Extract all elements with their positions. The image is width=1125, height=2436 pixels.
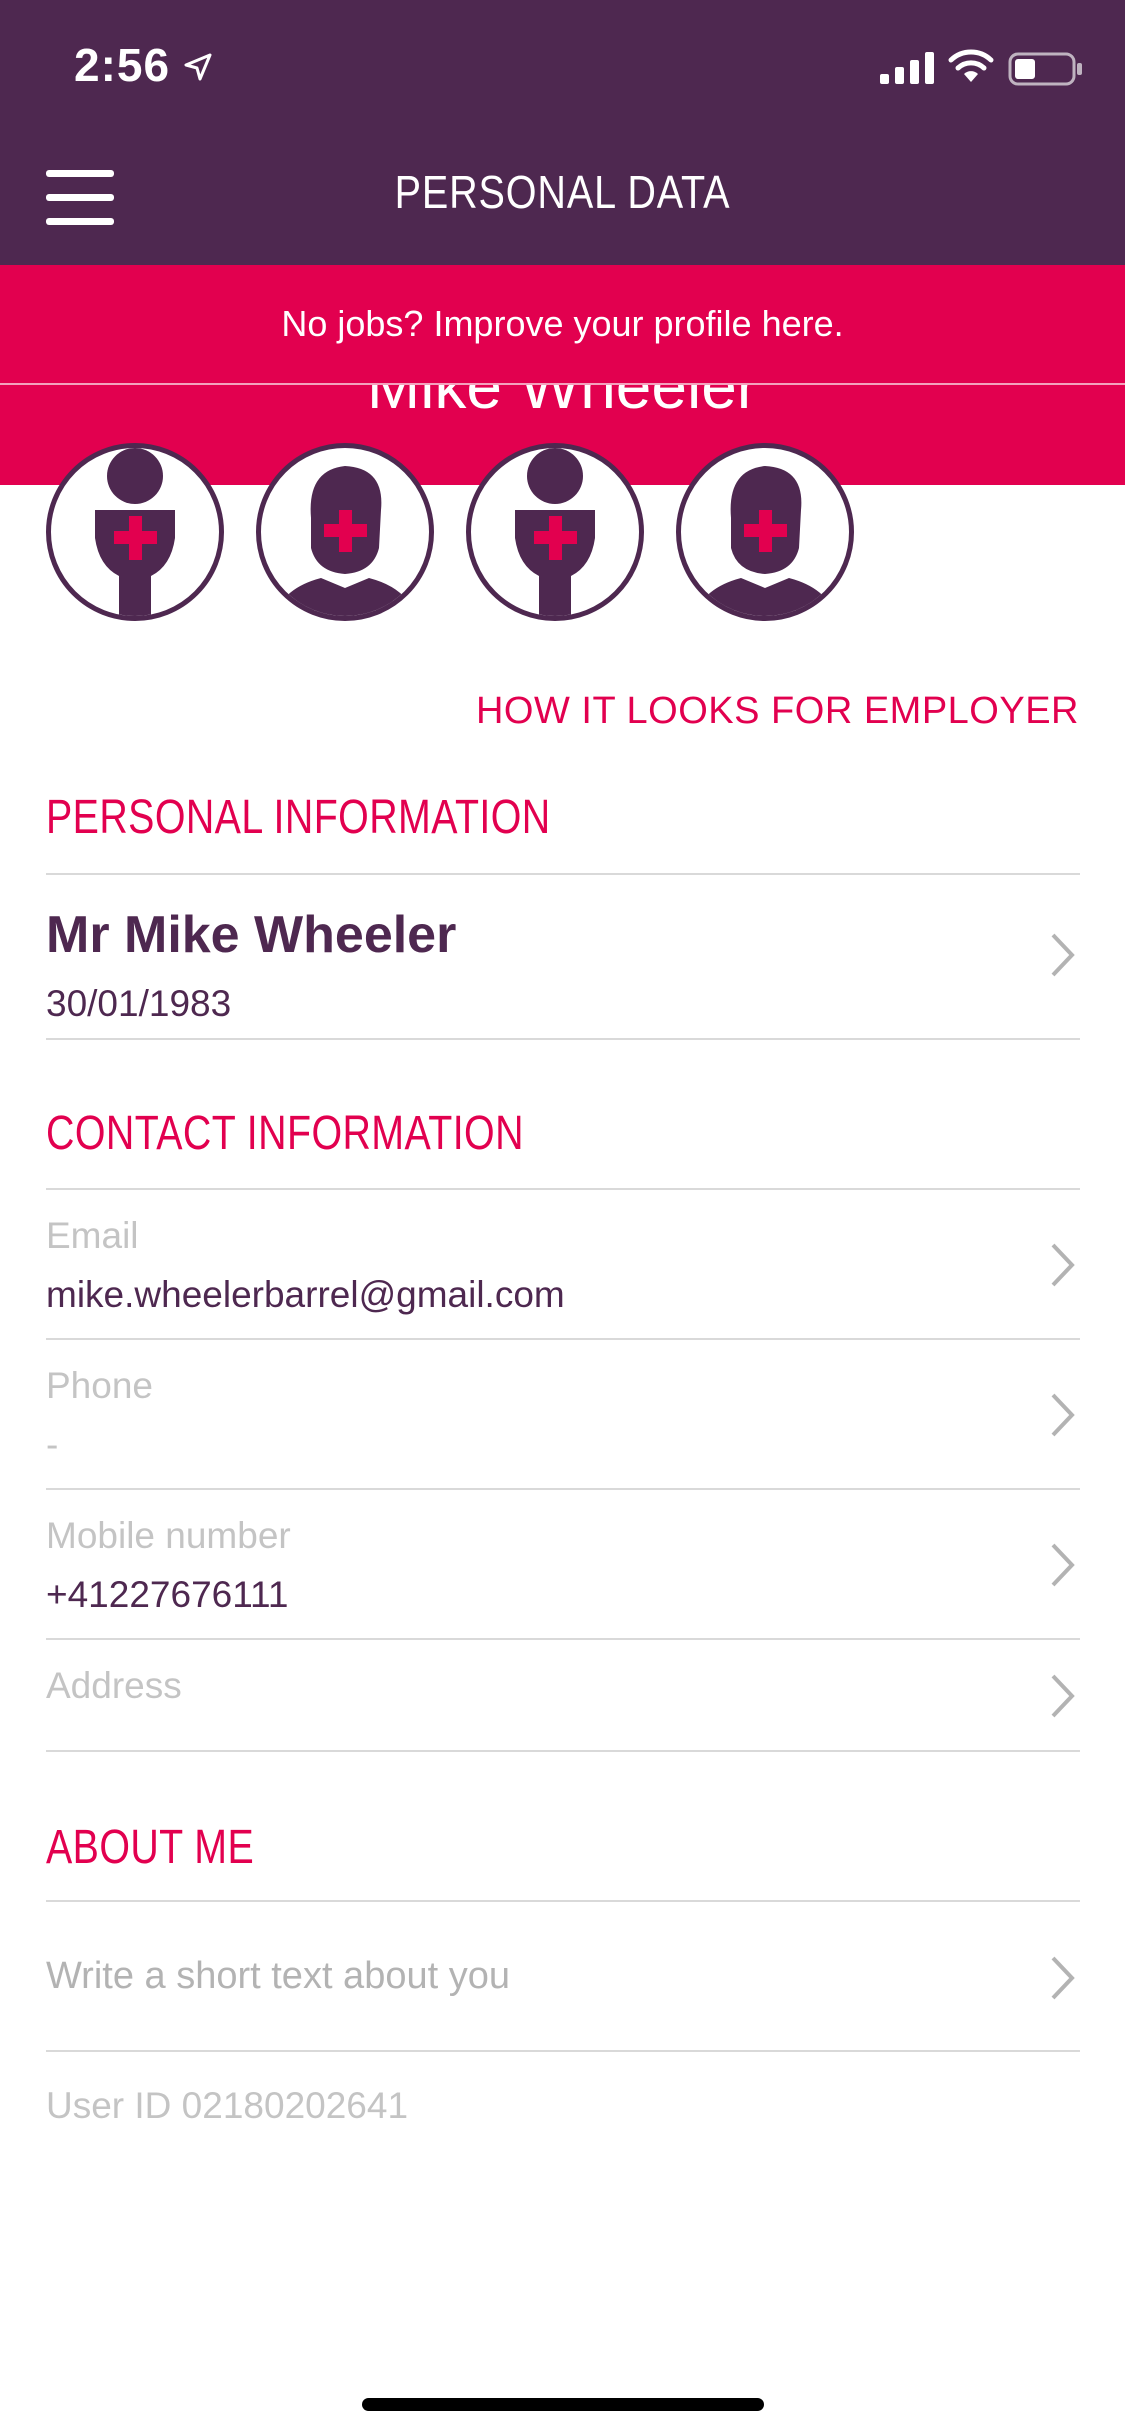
male-medic-avatar-icon [695, 466, 835, 616]
date-of-birth: 30/01/1983 [46, 983, 232, 1024]
full-name: Mr Mike Wheeler [46, 906, 457, 964]
about-me-input[interactable]: Write a short text about you [46, 1955, 510, 1998]
wifi-icon [948, 49, 994, 82]
mobile-number-row[interactable]: Mobile number +41227676111 [46, 1490, 1080, 1638]
email-row[interactable]: Email mike.wheelerbarrel@gmail.com [46, 1190, 1080, 1338]
email-value: mike.wheelerbarrel@gmail.com [46, 1274, 565, 1315]
female-medic-avatar-icon [515, 448, 595, 616]
contact-information-title: CONTACT INFORMATION [46, 1107, 524, 1160]
home-indicator[interactable] [362, 2398, 764, 2411]
chevron-right-icon [1051, 933, 1075, 977]
battery-icon [1008, 52, 1082, 86]
male-medic-avatar-icon [275, 466, 415, 616]
location-arrow-icon [184, 53, 212, 81]
chevron-right-icon [1051, 1543, 1075, 1587]
avatar-option-4[interactable] [676, 443, 854, 621]
page-title: PERSONAL DATA [394, 166, 731, 218]
user-id: User ID 02180202641 [46, 2085, 409, 2126]
phone-row[interactable]: Phone - [46, 1340, 1080, 1488]
status-time: 2:56 [74, 39, 171, 91]
cellular-signal-icon [880, 52, 934, 84]
phone-value: - [46, 1424, 59, 1465]
chevron-right-icon [1051, 1956, 1075, 2000]
email-label: Email [46, 1215, 139, 1256]
female-medic-avatar-icon [95, 448, 175, 616]
banner-divider [0, 383, 1125, 385]
divider [46, 1038, 1080, 1040]
address-row[interactable]: Address [46, 1640, 1080, 1750]
divider [46, 1750, 1080, 1752]
address-label: Address [46, 1665, 182, 1706]
personal-information-title: PERSONAL INFORMATION [46, 791, 551, 844]
mobile-number-value: +41227676111 [46, 1574, 289, 1615]
chevron-right-icon [1051, 1393, 1075, 1437]
chevron-right-icon [1051, 1243, 1075, 1287]
how-it-looks-for-employer-link[interactable]: HOW IT LOOKS FOR EMPLOYER [476, 690, 1079, 733]
avatar-option-1[interactable] [46, 443, 224, 621]
avatar-option-2[interactable] [256, 443, 434, 621]
phone-label: Phone [46, 1365, 153, 1406]
mobile-number-label: Mobile number [46, 1515, 291, 1556]
chevron-right-icon [1051, 1674, 1075, 1718]
top-bar: 2:56 PERSONAL DATA [0, 0, 1125, 265]
about-me-title: ABOUT ME [46, 1821, 255, 1874]
improve-profile-link[interactable]: No jobs? Improve your profile here. [0, 265, 1125, 383]
divider [46, 2050, 1080, 2052]
avatar-option-3[interactable] [466, 443, 644, 621]
